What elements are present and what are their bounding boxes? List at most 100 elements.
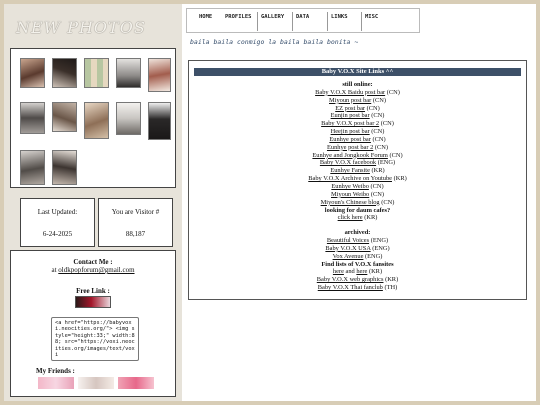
fansite-list-link-2[interactable]: here <box>356 268 367 275</box>
fansite-list-link-1[interactable]: here <box>333 268 344 275</box>
site-link-lang: (CN) <box>373 143 389 151</box>
photo-thumb[interactable] <box>84 58 109 88</box>
contact-title: Contact Me : <box>73 258 113 266</box>
photo-thumb[interactable] <box>148 58 171 92</box>
list-item: here and here (KR) <box>189 268 526 276</box>
page: NEW PHOTOS Last Updated: 6-24-2025 You a… <box>4 4 536 401</box>
site-link-lang: (TH) <box>382 284 398 292</box>
daum-click-here-link[interactable]: click here <box>338 214 363 221</box>
site-link[interactable]: Baby V.O.X Archive on Youtube <box>308 175 392 182</box>
site-link[interactable]: Miyoun Weibo <box>331 191 369 198</box>
site-link-lang: (CN) <box>370 135 386 143</box>
friend-button-2[interactable] <box>78 377 114 389</box>
last-updated-label: Last Updated: <box>37 208 78 216</box>
photo-thumb[interactable] <box>20 102 45 134</box>
site-link[interactable]: Eunhye Fansite <box>330 167 370 174</box>
site-link-lang: (KR) <box>383 276 399 284</box>
site-link[interactable]: Baby V.O.X post bar 2 <box>321 120 379 127</box>
archived-heading: archived: <box>344 229 371 237</box>
photo-thumb[interactable] <box>52 102 77 132</box>
site-link[interactable]: Miyoun post bar <box>329 97 371 104</box>
site-link[interactable]: Eunhye post bar <box>329 136 371 143</box>
site-links-box: Baby V.O.X Site Links ^^ still online: B… <box>188 60 527 300</box>
visitor-label: You are Visitor # <box>111 208 160 216</box>
photo-gallery-box <box>10 48 176 188</box>
list-item: Eunhye post bar 2 (CN) <box>189 144 526 152</box>
list-item: Baby V.O.X Archive on Youtube (KR) <box>189 175 526 183</box>
list-item: Eunjin post bar (CN) <box>189 112 526 120</box>
sidebar: NEW PHOTOS Last Updated: 6-24-2025 You a… <box>4 4 182 401</box>
list-item: Miyoun Weibo (CN) <box>189 191 526 199</box>
list-item: Baby V.O.X web graphics (KR) <box>189 276 526 284</box>
archived-link[interactable]: Baby V.O.X USA <box>325 245 370 252</box>
nav-links[interactable]: LINKS <box>331 14 348 20</box>
contact-email-link[interactable]: oldkpopforum@gmail.com <box>58 266 134 274</box>
extra-link[interactable]: Baby V.O.X Thai fanclub <box>318 284 383 291</box>
photo-thumb[interactable] <box>116 102 141 135</box>
site-link-lang: (CN) <box>368 182 384 190</box>
nav-profiles[interactable]: PROFILES <box>225 14 252 20</box>
still-online-heading: still online: <box>342 81 373 88</box>
site-link[interactable]: Baby V.O.X Baidu post bar <box>315 89 385 96</box>
photo-thumb[interactable] <box>20 150 45 185</box>
site-link[interactable]: Eunhye and Jongkook Forum <box>312 152 387 159</box>
extra-link[interactable]: Baby V.O.X web graphics <box>317 276 384 283</box>
photo-thumb[interactable] <box>52 150 77 185</box>
list-item: Beautiful Voices (ENG) <box>189 237 526 245</box>
site-link-lang: (CN) <box>379 198 395 206</box>
contact-prefix: at <box>51 266 57 274</box>
site-link-lang: (CN) <box>369 112 385 120</box>
contact-box: Contact Me : at oldkpopforum@gmail.com F… <box>10 250 176 397</box>
site-link-lang: (CN) <box>379 120 394 128</box>
site-link-lang: (KR) <box>392 175 407 183</box>
nav-home[interactable]: HOME <box>199 14 212 20</box>
photo-thumb[interactable] <box>52 58 77 88</box>
site-links-list: still online: Baby V.O.X Baidu post bar … <box>189 81 526 292</box>
nav-separator <box>361 12 362 31</box>
nav-misc[interactable]: MISC <box>365 14 378 20</box>
embed-code-textarea[interactable]: <a href="https://babyvoxi.neocities.org/… <box>51 317 139 361</box>
list-item: Baby V.O.X USA (ENG) <box>189 245 526 253</box>
fansite-and-text: and <box>343 268 357 276</box>
section-gap <box>189 222 526 229</box>
site-link[interactable]: Eunjin post bar <box>331 112 370 119</box>
scrolling-marquee-text: baila baila conmigo la baila baila bonit… <box>190 38 359 46</box>
nav-data[interactable]: DATA <box>296 14 309 20</box>
archived-link[interactable]: Vox Avenue <box>333 253 364 260</box>
site-link[interactable]: Eunhye post bar 2 <box>327 144 373 151</box>
list-item: Heejin post bar (CN) <box>189 128 526 136</box>
site-link-lang: (ENG) <box>363 252 383 260</box>
site-link-lang: (CN) <box>387 151 403 159</box>
list-item: click here (KR) <box>189 214 526 222</box>
new-photos-title: NEW PHOTOS <box>16 18 146 37</box>
site-links-header: Baby V.O.X Site Links ^^ <box>194 68 521 76</box>
site-link-lang: (ENG) <box>369 237 389 245</box>
nav-gallery[interactable]: GALLERY <box>261 14 284 20</box>
voxi-banner-button[interactable] <box>75 296 111 308</box>
top-nav: HOME PROFILES GALLERY DATA LINKS MISC <box>186 8 420 33</box>
visitor-counter-box: You are Visitor # 88,187 <box>98 198 173 247</box>
site-link[interactable]: Miyoun's Chinese blog <box>321 199 380 206</box>
site-link[interactable]: Eunhye Weibo <box>331 183 369 190</box>
daum-cafes-heading: looking for daum cafes? <box>324 206 391 214</box>
list-item: Baby V.O.X facebook (ENG) <box>189 159 526 167</box>
friend-button-3[interactable] <box>118 377 154 389</box>
list-item: Eunhye and Jongkook Forum (CN) <box>189 152 526 160</box>
photo-thumb[interactable] <box>20 58 45 88</box>
photo-thumb[interactable] <box>148 102 171 140</box>
visitor-count: 88,187 <box>125 230 146 238</box>
my-friends-title: My Friends : <box>36 367 75 375</box>
site-link-lang: (CN) <box>371 96 386 104</box>
site-link-lang: (CN) <box>385 88 400 96</box>
site-link-lang: (ENG) <box>376 159 396 167</box>
archived-link[interactable]: Beautiful Voices <box>327 237 369 244</box>
photo-thumb[interactable] <box>84 102 109 139</box>
photo-thumb[interactable] <box>116 58 141 88</box>
site-link[interactable]: EZ post bar <box>335 105 365 112</box>
list-item: Baby V.O.X Thai fanclub (TH) <box>189 284 526 292</box>
embed-code-text: <a href="https://babyvoxi.neocities.org/… <box>55 320 135 359</box>
friend-button-1[interactable] <box>38 377 74 389</box>
site-link[interactable]: Baby V.O.X facebook <box>320 159 376 166</box>
site-link[interactable]: Heejin post bar <box>331 128 370 135</box>
list-item: Eunhye Weibo (CN) <box>189 183 526 191</box>
